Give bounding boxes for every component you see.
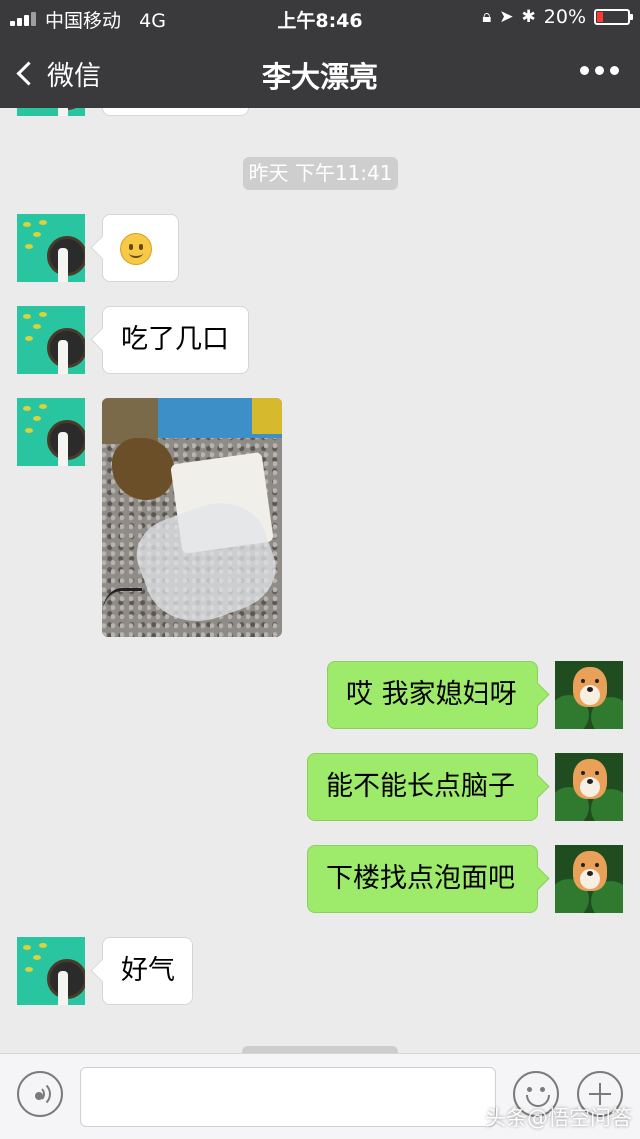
watermark: 头条@悟空问答	[485, 1106, 632, 1130]
my-avatar[interactable]	[555, 661, 623, 729]
voice-button[interactable]	[17, 1071, 63, 1117]
message-text: 下楼找点泡面吧	[326, 863, 515, 894]
rotation-lock-icon: 🔒︎	[482, 7, 492, 27]
message-bubble[interactable]	[102, 214, 179, 282]
my-avatar[interactable]	[555, 845, 623, 913]
timestamp-divider: 昨天 下午11:41	[243, 157, 398, 190]
my-avatar[interactable]	[555, 753, 623, 821]
battery-percent: 20%	[543, 6, 586, 28]
my-message-bubble[interactable]: 能不能长点脑子	[307, 753, 538, 821]
bluetooth-icon: ✱	[521, 7, 536, 27]
status-icons: 🔒︎ ➤ ✱ 20%	[482, 6, 633, 28]
contact-avatar[interactable]	[17, 214, 85, 282]
message-text: 好气	[121, 955, 175, 986]
chat-title: 李大漂亮	[261, 60, 378, 94]
message-input[interactable]	[80, 1067, 496, 1127]
message-text: 哎 我家媳妇呀	[346, 679, 517, 710]
contact-avatar[interactable]	[17, 306, 85, 374]
my-message-bubble[interactable]: 哎 我家媳妇呀	[327, 661, 538, 729]
contact-avatar[interactable]	[17, 937, 85, 1005]
status-bar: 中国移动 4G 上午8:46 🔒︎ ➤ ✱ 20%	[0, 0, 640, 36]
contact-avatar[interactable]	[17, 108, 85, 116]
more-icon	[580, 65, 589, 75]
top-bar: 中国移动 4G 上午8:46 🔒︎ ➤ ✱ 20% 微信 李大漂亮	[0, 0, 640, 108]
message-bubble[interactable]: 吃了几口	[102, 306, 249, 374]
location-icon: ➤	[499, 7, 514, 27]
photo-message[interactable]	[102, 398, 282, 637]
smiley-emoji-icon	[120, 233, 152, 265]
chat-area[interactable]: 昨天 下午11:41 吃了几口 哎 我家媳妇呀 能不能长点脑子 下楼找点泡面吧 …	[0, 108, 640, 1053]
message-text: 吃了几口	[121, 324, 229, 355]
my-message-bubble[interactable]: 下楼找点泡面吧	[307, 845, 538, 913]
more-button[interactable]	[580, 58, 624, 82]
message-bubble[interactable]: 好气	[102, 937, 193, 1005]
message-text: 能不能长点脑子	[326, 771, 515, 802]
battery-icon	[594, 9, 633, 25]
message-bubble-partial[interactable]	[102, 108, 249, 116]
contact-avatar[interactable]	[17, 398, 85, 466]
nav-bar: 微信 李大漂亮	[0, 36, 640, 108]
